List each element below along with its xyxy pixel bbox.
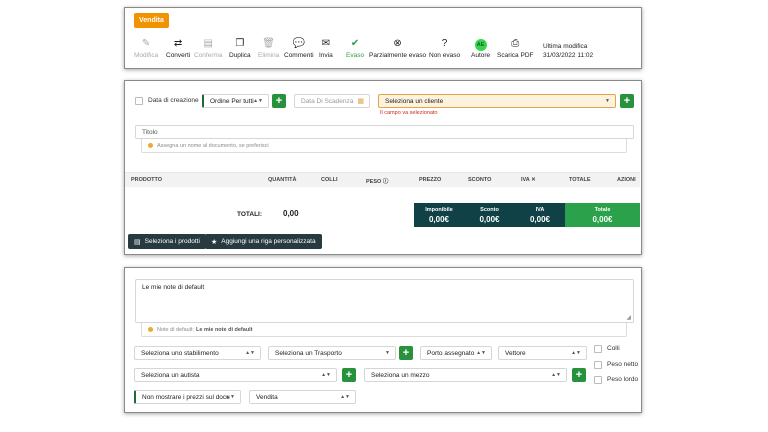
title-input[interactable]: Titolo <box>135 125 634 139</box>
chevron-down-icon: ▼ <box>385 350 390 356</box>
calendar-icon: ▦ <box>357 98 364 105</box>
non-evaso-button[interactable]: ? Non evaso <box>429 38 460 59</box>
vehicle-select[interactable]: Seleziona un mezzo ▲▼ <box>364 368 567 382</box>
duplicate-icon: ❐ <box>235 38 245 49</box>
info-dot-icon <box>148 143 153 148</box>
summary-imponibile: Imponibile 0,00€ <box>414 203 464 227</box>
col-quantita: QUANTITÀ <box>268 177 297 183</box>
evaso-button[interactable]: ✔ Evaso <box>346 38 364 59</box>
client-error-message: Il campo va selezionato <box>380 110 438 116</box>
totals-value: 0,00 <box>283 209 299 218</box>
add-driver-button[interactable]: + <box>342 368 356 382</box>
close-icon[interactable]: ✕ <box>531 177 536 183</box>
transport-select[interactable]: Seleziona un Trasporto ▼ <box>268 346 396 360</box>
add-transport-button[interactable]: + <box>399 346 413 360</box>
summary-totale: Totale 0,00€ <box>565 203 640 227</box>
summary-sconto: Sconto 0,00€ <box>464 203 515 227</box>
products-table-header: PRODOTTO QUANTITÀ COLLI PESO ⓘ PREZZO SC… <box>125 172 640 187</box>
edit-icon: ✎ <box>141 38 151 49</box>
list-icon: ▤ <box>134 238 141 246</box>
col-azioni: AZIONI <box>617 177 636 183</box>
establishment-select[interactable]: Seleziona uno stabilimento ▲▼ <box>134 346 261 360</box>
modifica-button[interactable]: ✎ Modifica <box>134 38 158 59</box>
prices-visibility-select[interactable]: Non mostrare i prezzi sul docu ▲▼ <box>134 390 241 404</box>
document-header-panel: Vendita ✎ Modifica ⇄ Converti ▤ Conferma… <box>124 7 642 69</box>
resize-grip-icon[interactable]: ◢ <box>626 314 631 321</box>
col-iva: IVA ✕ <box>521 177 536 183</box>
select-products-button[interactable]: ▤ Seleziona i prodotti <box>128 234 206 249</box>
conferma-button[interactable]: ▤ Conferma <box>194 38 223 59</box>
trash-icon: 🗑 <box>262 38 275 49</box>
invia-button[interactable]: ✉ Invia <box>319 38 333 59</box>
port-select[interactable]: Porto assegnato ▲▼ <box>420 346 492 360</box>
converti-button[interactable]: ⇄ Converti <box>166 38 190 59</box>
col-totale: TOTALE <box>569 177 591 183</box>
comments-icon: 💬 <box>292 38 306 49</box>
peso-lordo-checkbox[interactable] <box>594 376 602 384</box>
creation-date-checkbox[interactable] <box>135 97 143 105</box>
x-circle-icon: ⊗ <box>393 38 402 49</box>
pdf-icon: ⎙ <box>511 38 520 49</box>
document-type-badge: Vendita <box>134 13 169 28</box>
peso-netto-checkbox[interactable] <box>594 361 602 369</box>
updown-icon: ▲▼ <box>340 394 350 400</box>
check-circle-icon: ✔ <box>350 38 360 49</box>
updown-icon: ▲▼ <box>476 350 486 356</box>
summary-iva: IVA 0,00€ <box>515 203 565 227</box>
scarica-pdf-button[interactable]: ⎙ Scarica PDF <box>497 38 533 59</box>
updown-icon: ▲▼ <box>253 98 263 104</box>
updown-icon: ▲▼ <box>571 350 581 356</box>
notes-hint: Note di default: Le mie note di default <box>141 323 627 337</box>
notes-textarea[interactable]: Le mie note di default ◢ <box>135 279 634 323</box>
updown-icon: ▲▼ <box>245 350 255 356</box>
chevron-down-icon: ▼ <box>605 98 610 104</box>
add-vehicle-button[interactable]: + <box>572 368 586 382</box>
envelope-icon: ✉ <box>321 38 331 49</box>
info-dot-icon <box>148 327 153 332</box>
document-type-select[interactable]: Vendita ▲▼ <box>249 390 356 404</box>
creation-date-label: Data di creazione <box>148 97 199 104</box>
driver-select[interactable]: Seleziona un autista ▲▼ <box>134 368 337 382</box>
order-select[interactable]: Ordine Per tutti ▲▼ <box>202 94 269 108</box>
autore-button[interactable]: AE Autore <box>471 38 490 59</box>
parzialmente-evaso-button[interactable]: ⊗ Parzialmente evaso <box>369 38 426 59</box>
clipboard-icon: ▤ <box>203 38 213 49</box>
col-sconto: SCONTO <box>468 177 492 183</box>
peso-lordo-label: Peso lordo <box>607 376 639 383</box>
colli-checkbox[interactable] <box>594 345 602 353</box>
add-client-button[interactable]: + <box>620 94 634 108</box>
elimina-button[interactable]: 🗑 Elimina <box>258 38 279 59</box>
duplica-button[interactable]: ❐ Duplica <box>229 38 251 59</box>
col-prodotto: PRODOTTO <box>131 177 163 183</box>
title-hint: Assegna un nome al documento, se preferi… <box>141 139 627 153</box>
document-footer-panel: Le mie note di default ◢ Note di default… <box>124 267 642 413</box>
star-icon: ★ <box>211 238 218 246</box>
colli-label: Colli <box>607 345 620 352</box>
last-modified: Ultima modifica 31/03/2022 11:02 <box>543 43 594 59</box>
due-date-input[interactable]: Data Di Scadenza ▦ <box>294 94 370 108</box>
col-colli: COLLI <box>321 177 338 183</box>
add-order-button[interactable]: + <box>272 94 286 108</box>
col-prezzo: PREZZO <box>419 177 442 183</box>
document-body-panel: Data di creazione Ordine Per tutti ▲▼ + D… <box>124 80 642 255</box>
updown-icon: ▲▼ <box>321 372 331 378</box>
updown-icon: ▲▼ <box>551 372 561 378</box>
carrier-select[interactable]: Vettore ▲▼ <box>498 346 587 360</box>
col-peso: PESO ⓘ <box>366 179 389 185</box>
add-custom-row-button[interactable]: ★ Aggiungi una riga personalizzata <box>205 234 322 249</box>
question-circle-icon: ? <box>441 38 448 49</box>
convert-icon: ⇄ <box>173 38 183 49</box>
client-select[interactable]: Seleziona un cliente ▼ <box>378 94 616 108</box>
info-icon: ⓘ <box>382 179 389 185</box>
totals-label: TOTALI: <box>237 211 263 218</box>
commenti-button[interactable]: 💬 Commenti <box>284 38 314 59</box>
updown-icon: ▲▼ <box>225 394 235 400</box>
peso-netto-label: Peso netto <box>607 361 639 368</box>
author-avatar-icon: AE <box>474 39 487 51</box>
